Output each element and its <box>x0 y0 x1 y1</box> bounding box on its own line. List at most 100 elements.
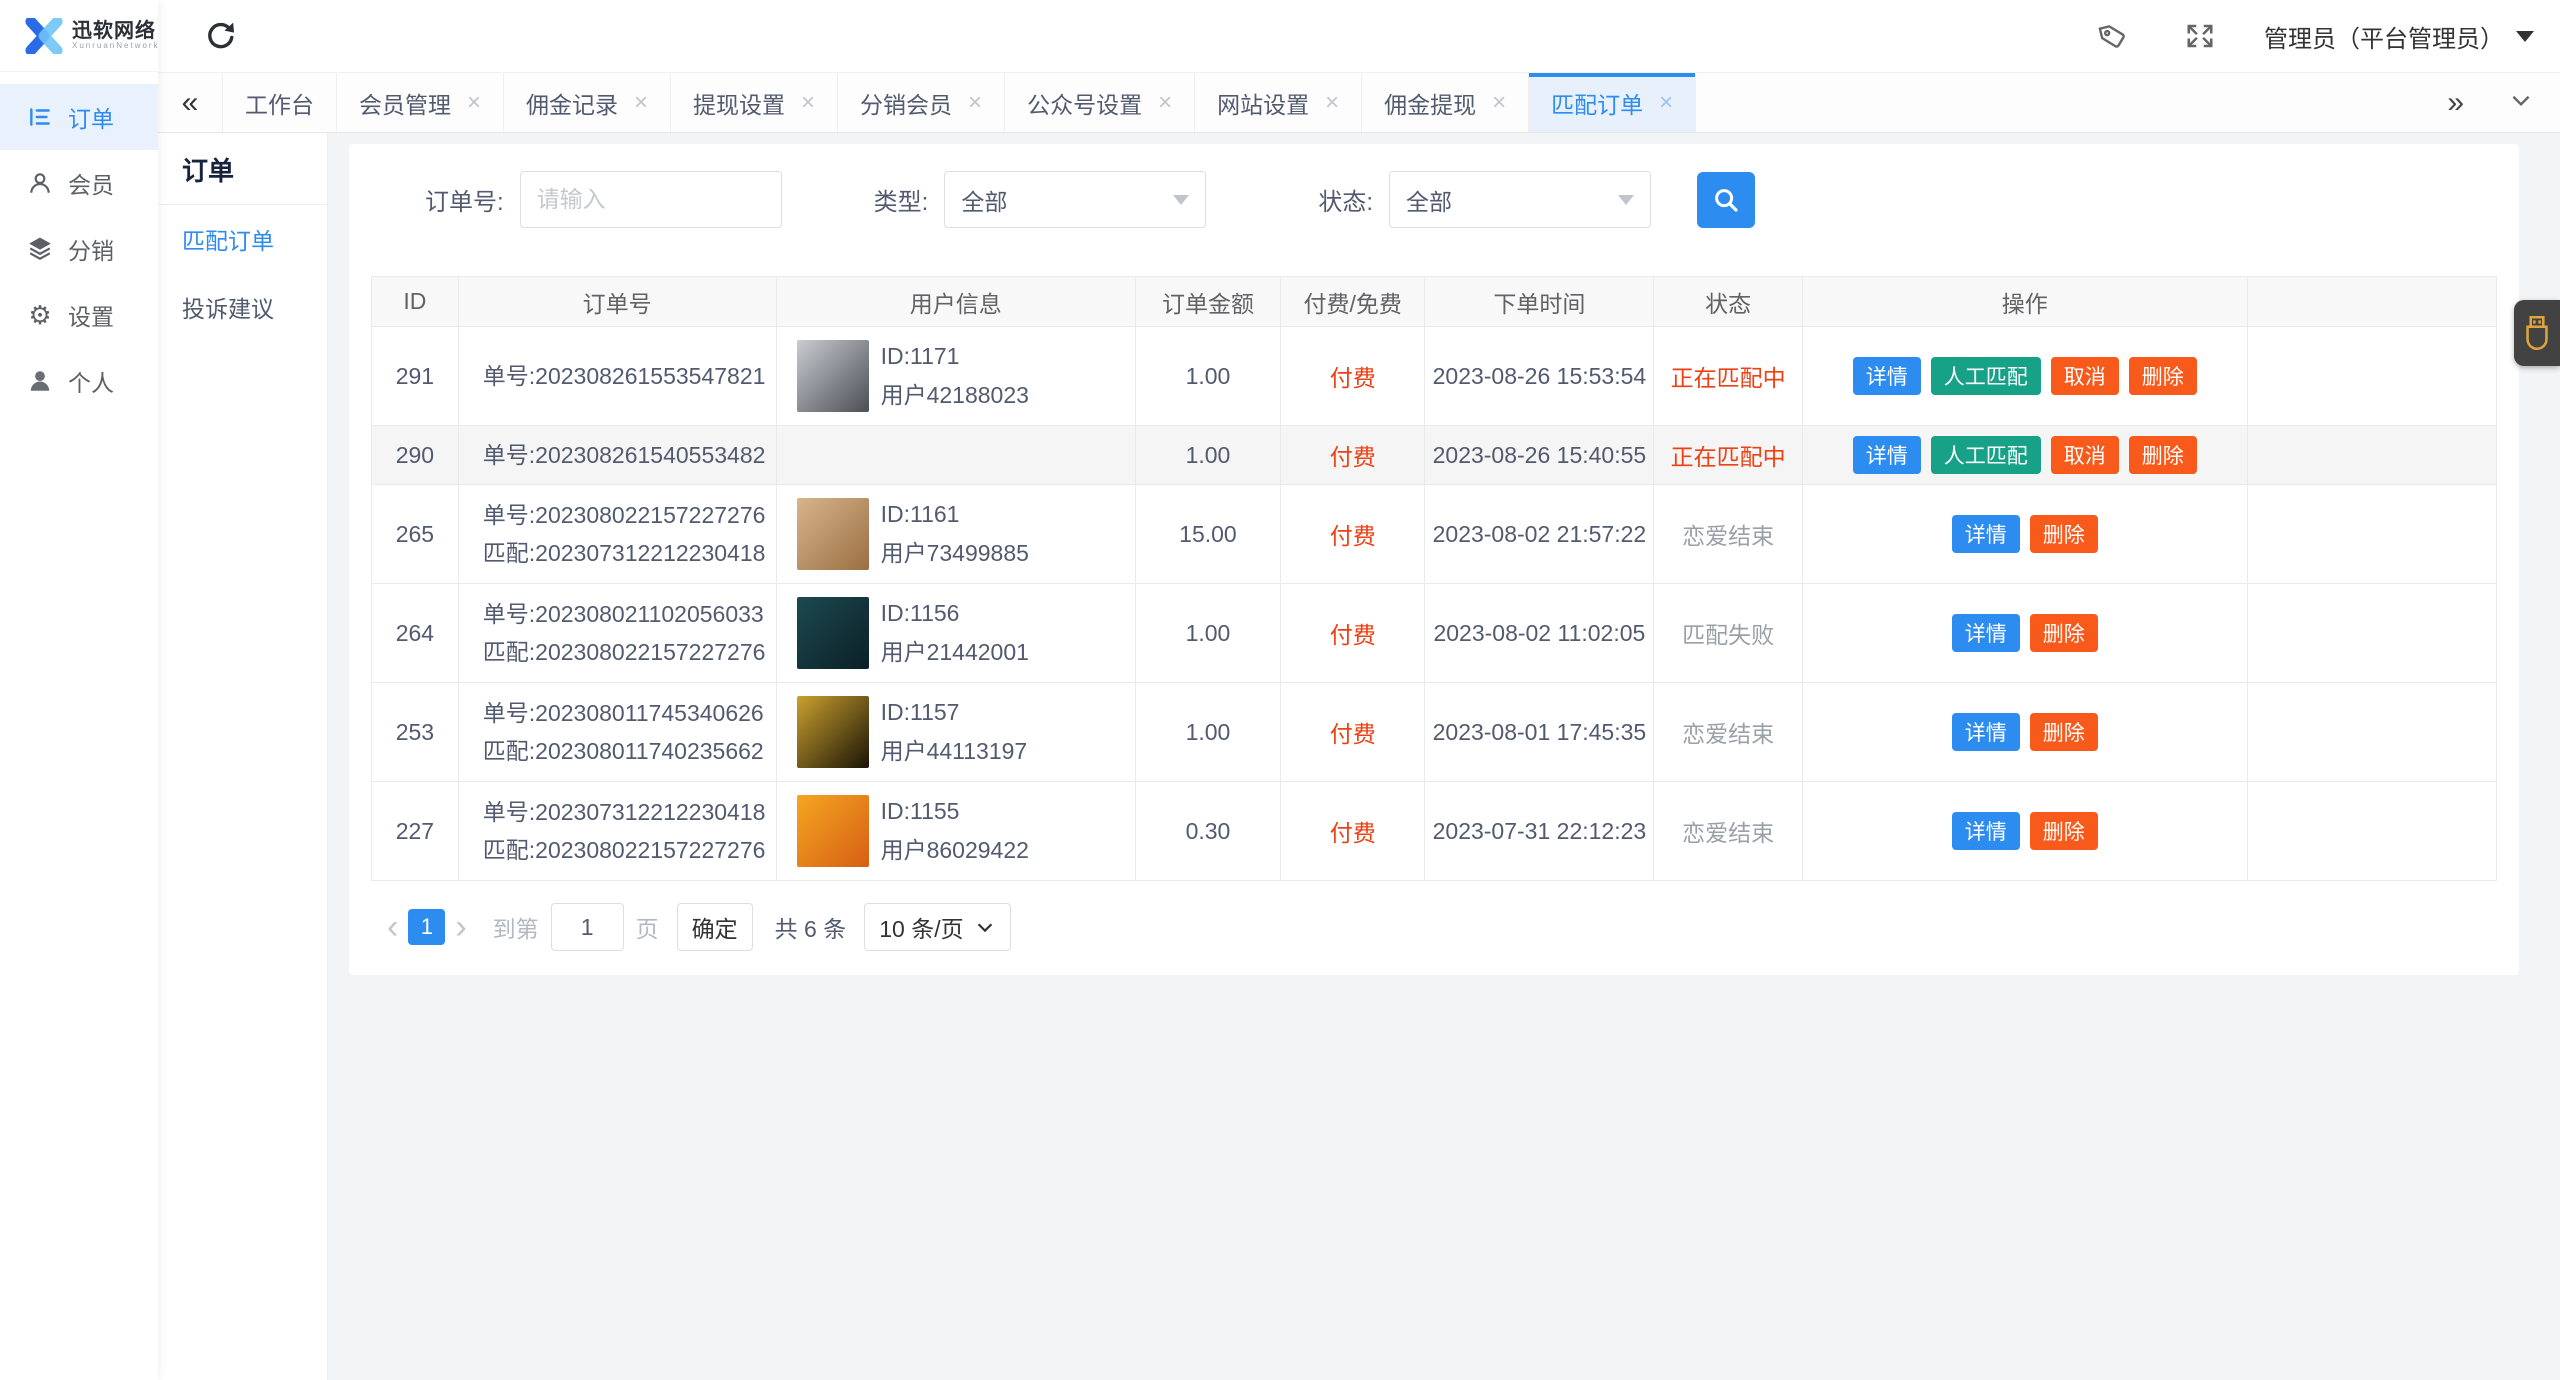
tab-item[interactable]: 工作台 <box>222 73 336 132</box>
status-cell: 正在匹配中 <box>1653 326 1803 426</box>
filter-bar: 订单号: 类型: 全部 状态: 全部 <box>425 171 2497 228</box>
cancel-button[interactable]: 取消 <box>2050 436 2119 474</box>
subsidebar-item-complaints[interactable]: 投诉建议 <box>158 273 327 341</box>
chevron-down-icon <box>1618 194 1635 205</box>
detail-button[interactable]: 详情 <box>1951 713 2020 751</box>
tab-item[interactable]: 公众号设置 × <box>1004 73 1195 132</box>
pay-type-cell: 付费 <box>1280 583 1426 683</box>
manual-button[interactable]: 人工匹配 <box>1930 357 2041 395</box>
delete-button[interactable]: 删除 <box>2128 436 2197 474</box>
sidebar-item-label: 订单 <box>68 106 114 132</box>
close-icon[interactable]: × <box>467 90 481 115</box>
delete-button[interactable]: 删除 <box>2029 515 2098 553</box>
manual-button[interactable]: 人工匹配 <box>1930 436 2041 474</box>
subsidebar-item-match-orders[interactable]: 匹配订单 <box>158 205 327 273</box>
status-label: 状态: <box>1318 189 1374 216</box>
tag-icon[interactable] <box>2094 18 2130 54</box>
column-header: ID <box>371 276 459 327</box>
tabs: 工作台 会员管理 × 佣金记录 × 提现设置 × 分销会员 × 公众号设置 × … <box>222 73 1697 132</box>
close-icon[interactable]: × <box>1325 90 1339 115</box>
sidebar-item-settings[interactable]: ⚙ 设置 <box>0 282 158 348</box>
user-menu[interactable]: 管理员（平台管理员） <box>2264 19 2534 54</box>
tab-label: 匹配订单 <box>1551 91 1644 118</box>
refresh-icon[interactable] <box>204 19 238 53</box>
page-size-select[interactable]: 10 条/页 <box>864 903 1011 951</box>
detail-button[interactable]: 详情 <box>1951 614 2020 652</box>
tab-label: 会员管理 <box>359 91 451 118</box>
amount-cell: 1.00 <box>1134 425 1282 485</box>
tabs-dropdown-icon[interactable] <box>2508 87 2534 118</box>
user-info-cell: ID:1157 用户44113197 <box>775 682 1136 782</box>
tab-label: 提现设置 <box>693 91 786 118</box>
status-cell: 恋爱结束 <box>1653 781 1803 881</box>
tab-item[interactable]: 分销会员 × <box>837 73 1005 132</box>
order-list-icon <box>26 103 54 131</box>
detail-button[interactable]: 详情 <box>1951 515 2020 553</box>
column-header: 订单金额 <box>1134 276 1282 327</box>
user-id-text: ID:1171 <box>880 343 960 369</box>
next-page-icon[interactable]: › <box>445 910 476 944</box>
delete-button[interactable]: 删除 <box>2029 614 2098 652</box>
prev-page-icon[interactable]: ‹ <box>377 910 408 944</box>
close-icon[interactable]: × <box>1659 90 1673 115</box>
close-icon[interactable]: × <box>801 90 815 115</box>
column-header <box>2246 276 2498 327</box>
detail-button[interactable]: 详情 <box>1852 436 1921 474</box>
status-select-value: 全部 <box>1406 188 1453 215</box>
close-icon[interactable]: × <box>1492 90 1506 115</box>
detail-button[interactable]: 详情 <box>1951 812 2020 850</box>
order-no-text: 单号:202308261540553482 <box>482 442 766 468</box>
tab-item[interactable]: 网站设置 × <box>1194 73 1362 132</box>
user-no-text: 用户73499885 <box>880 540 1029 566</box>
type-select[interactable]: 全部 <box>944 171 1207 228</box>
user-no-text: 用户42188023 <box>880 382 1029 408</box>
table-row: 265 单号:202308022157227276 匹配:20230731221… <box>371 484 2498 584</box>
extra-cell <box>2246 425 2498 485</box>
logo-x-icon <box>25 17 63 54</box>
close-icon[interactable]: × <box>968 90 982 115</box>
order-no-cell: 单号:202308022157227276 匹配:202307312212230… <box>457 484 777 584</box>
tab-item[interactable]: 提现设置 × <box>670 73 838 132</box>
order-no-cell: 单号:202308021102056033 匹配:202308022157227… <box>457 583 777 683</box>
sidebar-item-profile[interactable]: 个人 <box>0 348 158 414</box>
status-select[interactable]: 全部 <box>1389 171 1652 228</box>
table-row: 227 单号:202307312212230418 匹配:20230802215… <box>371 781 2498 881</box>
column-header: 订单号 <box>457 276 777 327</box>
cancel-button[interactable]: 取消 <box>2050 357 2119 395</box>
delete-button[interactable]: 删除 <box>2029 812 2098 850</box>
avatar <box>796 795 869 867</box>
tabs-collapse-icon[interactable]: « <box>158 73 222 132</box>
goto-confirm-button[interactable]: 确定 <box>676 903 753 951</box>
delete-button[interactable]: 删除 <box>2128 357 2197 395</box>
delete-button[interactable]: 删除 <box>2029 713 2098 751</box>
sidebar-item-members[interactable]: 会员 <box>0 150 158 216</box>
order-time-cell: 2023-08-26 15:40:55 <box>1424 425 1655 485</box>
order-no-input[interactable] <box>519 171 782 228</box>
sidebar-nav: 订单 会员 分销 ⚙ 设置 个人 <box>0 72 158 414</box>
amount-cell: 1.00 <box>1134 583 1282 683</box>
detail-button[interactable]: 详情 <box>1852 357 1921 395</box>
close-icon[interactable]: × <box>1158 90 1172 115</box>
tab-item[interactable]: 匹配订单 × <box>1528 73 1697 132</box>
tab-item[interactable]: 佣金提现 × <box>1361 73 1529 132</box>
actions-cell: 详情 人工匹配 取消 删除 <box>1801 425 2248 485</box>
type-label: 类型: <box>873 189 929 216</box>
sidebar-item-orders[interactable]: 订单 <box>0 84 158 150</box>
tab-item[interactable]: 佣金记录 × <box>503 73 671 132</box>
tabs-more-icon[interactable]: » <box>2447 86 2464 120</box>
pay-type-cell: 付费 <box>1280 425 1426 485</box>
fullscreen-icon[interactable] <box>2182 18 2218 54</box>
sidebar-item-distribution[interactable]: 分销 <box>0 216 158 282</box>
page-number-button[interactable]: 1 <box>408 909 446 945</box>
column-header: 状态 <box>1653 276 1803 327</box>
tab-label: 佣金记录 <box>526 91 619 118</box>
goto-page-input[interactable] <box>550 903 624 951</box>
table-row: 264 单号:202308021102056033 匹配:20230802215… <box>371 583 2498 683</box>
search-button[interactable] <box>1697 171 1756 228</box>
tab-item[interactable]: 会员管理 × <box>336 73 504 132</box>
close-icon[interactable]: × <box>634 90 648 115</box>
floating-widget[interactable] <box>2514 300 2560 366</box>
app-subtitle: XunruanNetwork <box>72 40 160 50</box>
actions-cell: 详情 删除 <box>1801 682 2248 782</box>
order-id-cell: 290 <box>371 425 459 485</box>
